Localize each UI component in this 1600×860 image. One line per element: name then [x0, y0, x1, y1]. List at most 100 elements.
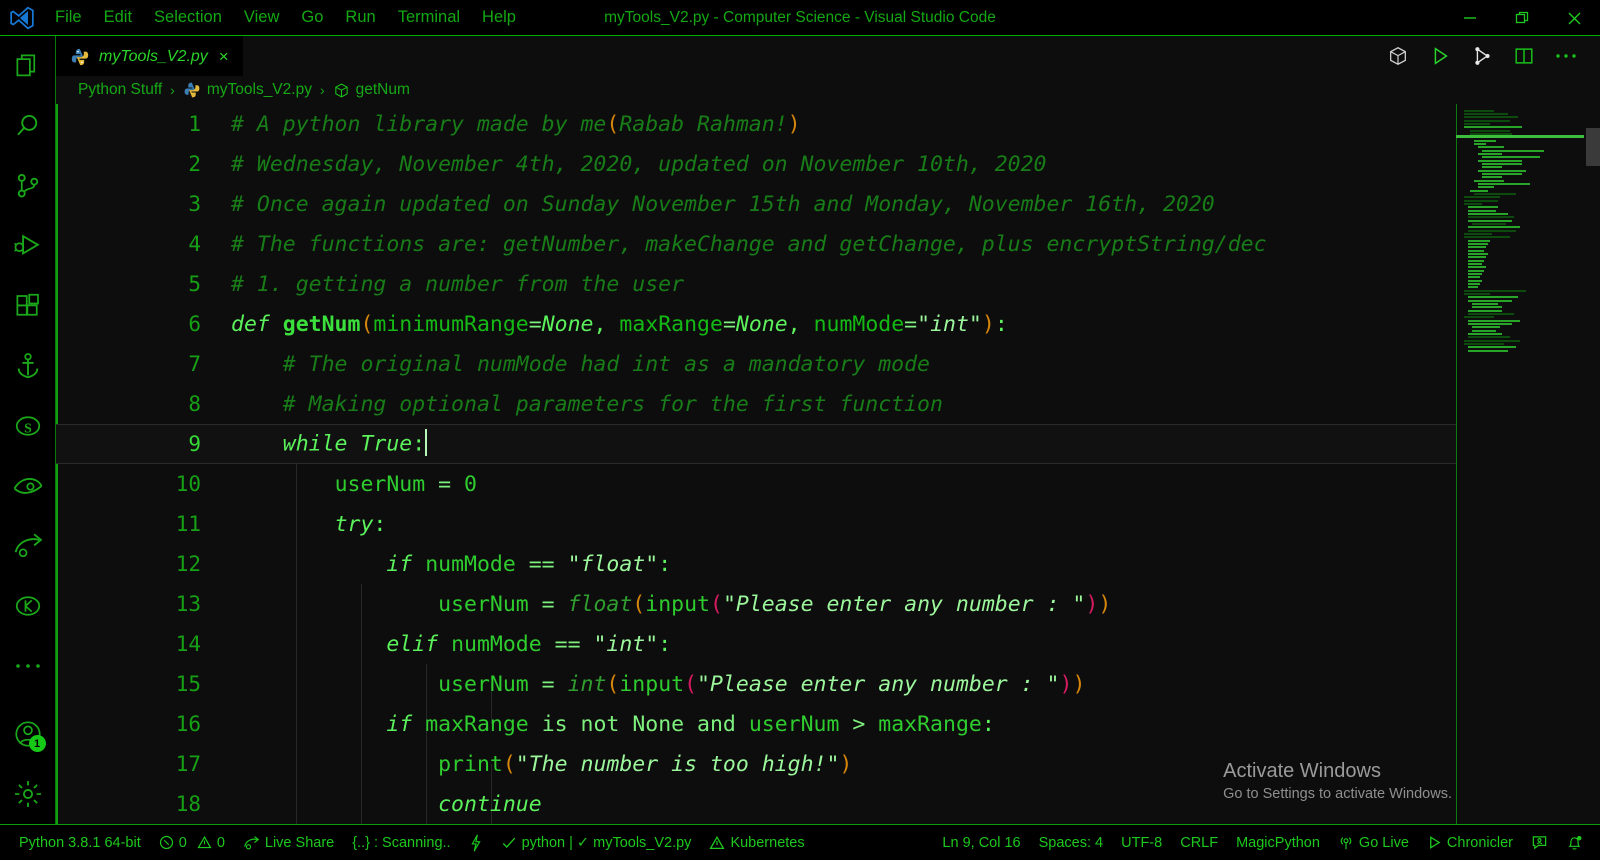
status-bar-right: Ln 9, Col 16 Spaces: 4 UTF-8 CRLF MagicP… [933, 825, 1600, 860]
line-content[interactable]: continue [201, 792, 542, 817]
more-actions-button[interactable] [1550, 40, 1582, 72]
code-line[interactable]: 6 def getNum(minimumRange=None, maxRange=… [56, 304, 1456, 344]
code-line[interactable]: 3 # Once again updated on Sunday November… [56, 184, 1456, 224]
sidebar-item-source-control[interactable] [0, 156, 56, 216]
menu-item-view[interactable]: View [233, 4, 290, 31]
line-content[interactable]: elif numMode == "int": [201, 632, 671, 657]
sidebar-item-live-preview[interactable] [0, 456, 56, 516]
tab-close-icon[interactable]: × [217, 48, 231, 65]
line-content[interactable]: # The functions are: getNumber, makeChan… [201, 232, 1267, 257]
code-line[interactable]: 5 # 1. getting a number from the user [56, 264, 1456, 304]
code-lines-container[interactable]: 1 # A python library made by me(Rabab Rah… [56, 104, 1456, 824]
restore-button[interactable] [1496, 0, 1548, 36]
account-button[interactable]: 1 [0, 704, 56, 764]
settings-button[interactable] [0, 764, 56, 824]
code-line[interactable]: 16 if maxRange is not None and userNum >… [56, 704, 1456, 744]
sidebar-item-more-views[interactable] [0, 636, 56, 696]
menu-item-selection[interactable]: Selection [143, 4, 233, 31]
sidebar-item-live-share[interactable] [0, 516, 56, 576]
minimap-line [1468, 286, 1478, 288]
minimize-button[interactable] [1444, 0, 1496, 36]
code-line[interactable]: 14 elif numMode == "int": [56, 624, 1456, 664]
breadcrumb-item-folder[interactable]: Python Stuff [78, 81, 162, 99]
line-content[interactable]: def getNum(minimumRange=None, maxRange=N… [201, 312, 1008, 337]
status-go-live[interactable]: Go Live [1329, 825, 1418, 860]
line-content[interactable]: # Once again updated on Sunday November … [201, 192, 1215, 217]
code-line[interactable]: 1 # A python library made by me(Rabab Rah… [56, 104, 1456, 144]
status-encoding[interactable]: UTF-8 [1112, 825, 1171, 860]
code-line[interactable]: 17 print("The number is too high!") [56, 744, 1456, 784]
line-content[interactable]: userNum = int(input("Please enter any nu… [201, 672, 1085, 697]
code-line[interactable]: 12 if numMode == "float": [56, 544, 1456, 584]
breadcrumb-item-symbol[interactable]: getNum [356, 81, 410, 99]
sidebar-item-docker[interactable] [0, 336, 56, 396]
status-live-share[interactable]: Live Share [234, 825, 343, 860]
sidebar-item-search[interactable] [0, 96, 56, 156]
split-editor-button[interactable] [1508, 40, 1540, 72]
run-python-file-button[interactable] [1424, 40, 1456, 72]
code-line[interactable]: 7 # The original numMode had int as a ma… [56, 344, 1456, 384]
sidebar-item-sourcery[interactable]: S [0, 396, 56, 456]
code-line[interactable]: 13 userNum = float(input("Please enter a… [56, 584, 1456, 624]
minimap[interactable] [1456, 104, 1586, 824]
close-button[interactable] [1548, 0, 1600, 36]
status-python-interpreter[interactable]: Python 3.8.1 64-bit [10, 825, 150, 860]
menu-item-help[interactable]: Help [471, 4, 527, 31]
menu-item-file[interactable]: File [44, 4, 93, 31]
code-line[interactable]: 15 userNum = int(input("Please enter any… [56, 664, 1456, 704]
line-content[interactable]: if numMode == "float": [201, 552, 671, 577]
line-content[interactable]: # Making optional parameters for the fir… [201, 392, 943, 417]
line-content[interactable]: while True: [201, 428, 428, 458]
status-feedback[interactable] [1522, 825, 1557, 860]
status-lightning[interactable] [460, 825, 492, 860]
line-content[interactable]: try: [201, 512, 387, 537]
status-scanning[interactable]: {..} : Scanning.. [343, 825, 459, 860]
code-line[interactable]: 9 while True: [56, 424, 1456, 464]
code-line[interactable]: 4 # The functions are: getNumber, makeCha… [56, 224, 1456, 264]
status-kubernetes[interactable]: Kubernetes [700, 825, 813, 860]
code-line[interactable]: 8 # Making optional parameters for the f… [56, 384, 1456, 424]
git-branch-button[interactable] [1466, 40, 1498, 72]
status-python-check[interactable]: python | ✓ myTools_V2.py [492, 825, 701, 860]
status-cursor-position[interactable]: Ln 9, Col 16 [933, 825, 1029, 860]
open-preview-button[interactable] [1382, 40, 1414, 72]
status-chronicler[interactable]: Chronicler [1418, 825, 1522, 860]
sidebar-item-kubernetes[interactable] [0, 576, 56, 636]
sidebar-item-extensions[interactable] [0, 276, 56, 336]
status-language-mode[interactable]: MagicPython [1227, 825, 1329, 860]
line-content[interactable]: userNum = 0 [201, 472, 477, 497]
code-line[interactable]: 10 userNum = 0 [56, 464, 1456, 504]
line-content[interactable]: # 1. getting a number from the user [201, 272, 684, 297]
menu-item-edit[interactable]: Edit [93, 4, 143, 31]
status-indentation[interactable]: Spaces: 4 [1030, 825, 1113, 860]
code-line[interactable]: 18 continue [56, 784, 1456, 824]
breadcrumb-item-file[interactable]: myTools_V2.py [207, 81, 312, 99]
line-content[interactable]: # Wednesday, November 4th, 2020, updated… [201, 152, 1046, 177]
minimap-line [1468, 300, 1512, 302]
code-line[interactable]: 11 try: [56, 504, 1456, 544]
menu-item-run[interactable]: Run [334, 4, 386, 31]
vscode-logo-icon [0, 0, 44, 36]
code-editor[interactable]: 1 # A python library made by me(Rabab Rah… [56, 104, 1600, 824]
live-share-icon [14, 533, 42, 558]
line-content[interactable]: if maxRange is not None and userNum > ma… [201, 712, 994, 737]
editor-scrollbar-track[interactable] [1586, 104, 1600, 824]
line-content[interactable]: # The original numMode had int as a mand… [201, 352, 930, 377]
sidebar-item-run-debug[interactable] [0, 216, 56, 276]
status-eol[interactable]: CRLF [1171, 825, 1227, 860]
status-notifications[interactable] [1557, 825, 1592, 860]
status-problems[interactable]: 0 0 [150, 825, 234, 860]
code-token: ) [1098, 591, 1112, 617]
tab-mytools-v2-py[interactable]: myTools_V2.py × [56, 36, 243, 76]
line-content[interactable]: userNum = float(input("Please enter any … [201, 592, 1111, 617]
sidebar-item-explorer[interactable] [0, 36, 56, 96]
line-content[interactable]: # A python library made by me(Rabab Rahm… [201, 112, 801, 137]
menu-item-go[interactable]: Go [290, 4, 334, 31]
editor-scrollbar-thumb[interactable] [1586, 128, 1600, 166]
menu-item-terminal[interactable]: Terminal [387, 4, 471, 31]
code-line[interactable]: 2 # Wednesday, November 4th, 2020, update… [56, 144, 1456, 184]
line-content[interactable]: print("The number is too high!") [201, 752, 852, 777]
code-token: continue [438, 791, 542, 817]
symbol-method-icon [334, 83, 348, 97]
